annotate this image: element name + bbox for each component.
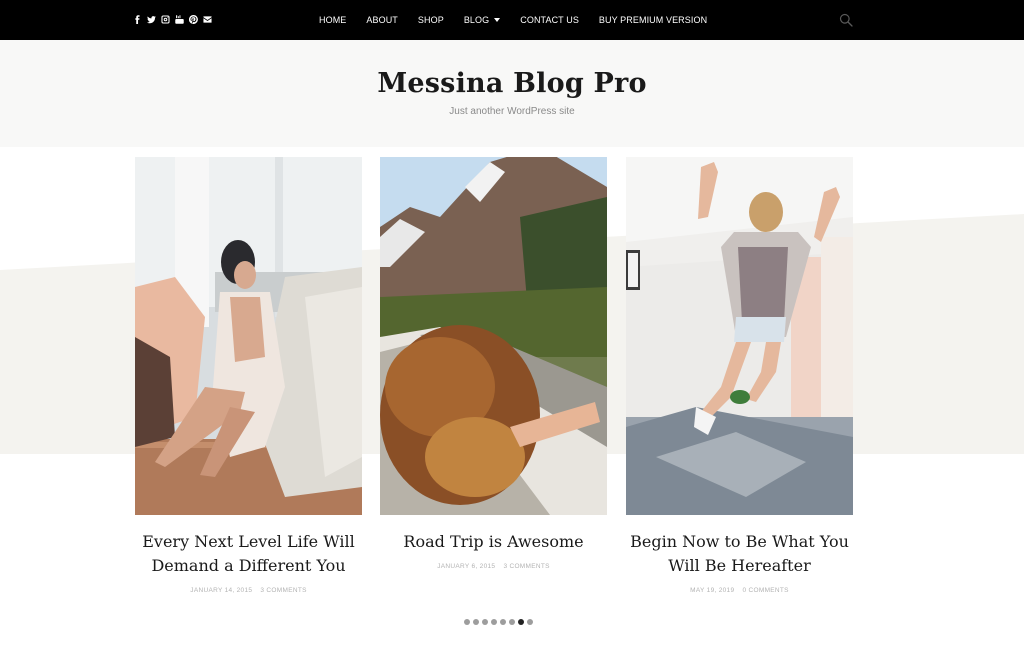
nav-item-label: BLOG bbox=[463, 15, 490, 25]
pagination-dot[interactable] bbox=[491, 619, 497, 625]
pagination-dot[interactable] bbox=[464, 619, 470, 625]
nav-item-buy-premium-version[interactable]: BUY PREMIUM VERSION bbox=[599, 15, 707, 25]
caret-down-icon bbox=[494, 18, 501, 22]
site-header: Messina Blog Pro Just another WordPress … bbox=[0, 40, 1024, 147]
instagram-icon[interactable] bbox=[161, 14, 170, 25]
nav-item-contact-us[interactable]: CONTACT US bbox=[520, 15, 579, 25]
post-title[interactable]: Begin Now to Be What You Will Be Hereaft… bbox=[626, 530, 853, 578]
email-icon[interactable] bbox=[203, 14, 212, 25]
post-comments-link[interactable]: 0 COMMENTS bbox=[742, 587, 788, 594]
facebook-icon[interactable] bbox=[133, 14, 142, 25]
post-card: Road Trip is Awesome JANUARY 6, 2015 3 C… bbox=[380, 157, 607, 570]
nav-item-about[interactable]: ABOUT bbox=[366, 15, 398, 25]
post-comments-link[interactable]: 3 COMMENTS bbox=[503, 563, 549, 570]
post-meta: JANUARY 14, 2015 3 COMMENTS bbox=[135, 587, 362, 594]
site-title[interactable]: Messina Blog Pro bbox=[0, 68, 1024, 99]
social-links bbox=[133, 14, 212, 25]
nav-item-label: BUY PREMIUM VERSION bbox=[598, 15, 708, 25]
post-meta: MAY 19, 2019 0 COMMENTS bbox=[626, 587, 853, 594]
nav-item-label: HOME bbox=[319, 15, 347, 25]
post-meta: JANUARY 6, 2015 3 COMMENTS bbox=[380, 563, 607, 570]
slider-pagination bbox=[464, 619, 533, 625]
post-date: MAY 19, 2019 bbox=[690, 587, 735, 594]
post-card: Begin Now to Be What You Will Be Hereaft… bbox=[626, 157, 853, 594]
post-image[interactable] bbox=[380, 157, 607, 515]
pagination-dot[interactable] bbox=[473, 619, 479, 625]
nav-item-shop[interactable]: SHOP bbox=[418, 15, 444, 25]
pinterest-icon[interactable] bbox=[189, 14, 198, 25]
pagination-dot[interactable] bbox=[500, 619, 506, 625]
search-icon[interactable] bbox=[839, 13, 853, 27]
top-bar: HOME ABOUT SHOP BLOG CONTACT US BUY PREM… bbox=[0, 0, 1024, 40]
pagination-dot[interactable] bbox=[482, 619, 488, 625]
nav-item-blog[interactable]: BLOG bbox=[463, 15, 501, 25]
site-tagline: Just another WordPress site bbox=[449, 106, 575, 117]
post-date: JANUARY 14, 2015 bbox=[190, 587, 253, 594]
post-title-line: Every Next Level Life Will bbox=[142, 532, 355, 551]
post-card: Every Next Level Life Will Demand a Diff… bbox=[135, 157, 362, 594]
post-date: JANUARY 6, 2015 bbox=[437, 563, 496, 570]
post-title[interactable]: Road Trip is Awesome bbox=[380, 530, 607, 554]
post-title[interactable]: Every Next Level Life Will Demand a Diff… bbox=[135, 530, 362, 578]
main-navigation: HOME ABOUT SHOP BLOG CONTACT US BUY PREM… bbox=[319, 0, 727, 40]
post-comments-link[interactable]: 3 COMMENTS bbox=[260, 587, 306, 594]
post-image[interactable] bbox=[626, 157, 853, 515]
post-title-line: Road Trip is Awesome bbox=[403, 532, 584, 551]
pagination-dot[interactable] bbox=[518, 619, 524, 625]
nav-item-home[interactable]: HOME bbox=[319, 15, 346, 25]
pagination-dot[interactable] bbox=[509, 619, 515, 625]
pagination-dot[interactable] bbox=[527, 619, 533, 625]
post-title-line: Will Be Hereafter bbox=[668, 556, 811, 575]
post-image[interactable] bbox=[135, 157, 362, 515]
nav-item-label: CONTACT US bbox=[520, 15, 579, 25]
nav-item-label: ABOUT bbox=[366, 15, 398, 25]
post-title-line: Demand a Different You bbox=[151, 556, 346, 575]
post-title-line: Begin Now to Be What You bbox=[630, 532, 849, 551]
nav-item-label: SHOP bbox=[417, 15, 444, 25]
youtube-icon[interactable] bbox=[175, 14, 184, 25]
twitter-icon[interactable] bbox=[147, 14, 156, 25]
